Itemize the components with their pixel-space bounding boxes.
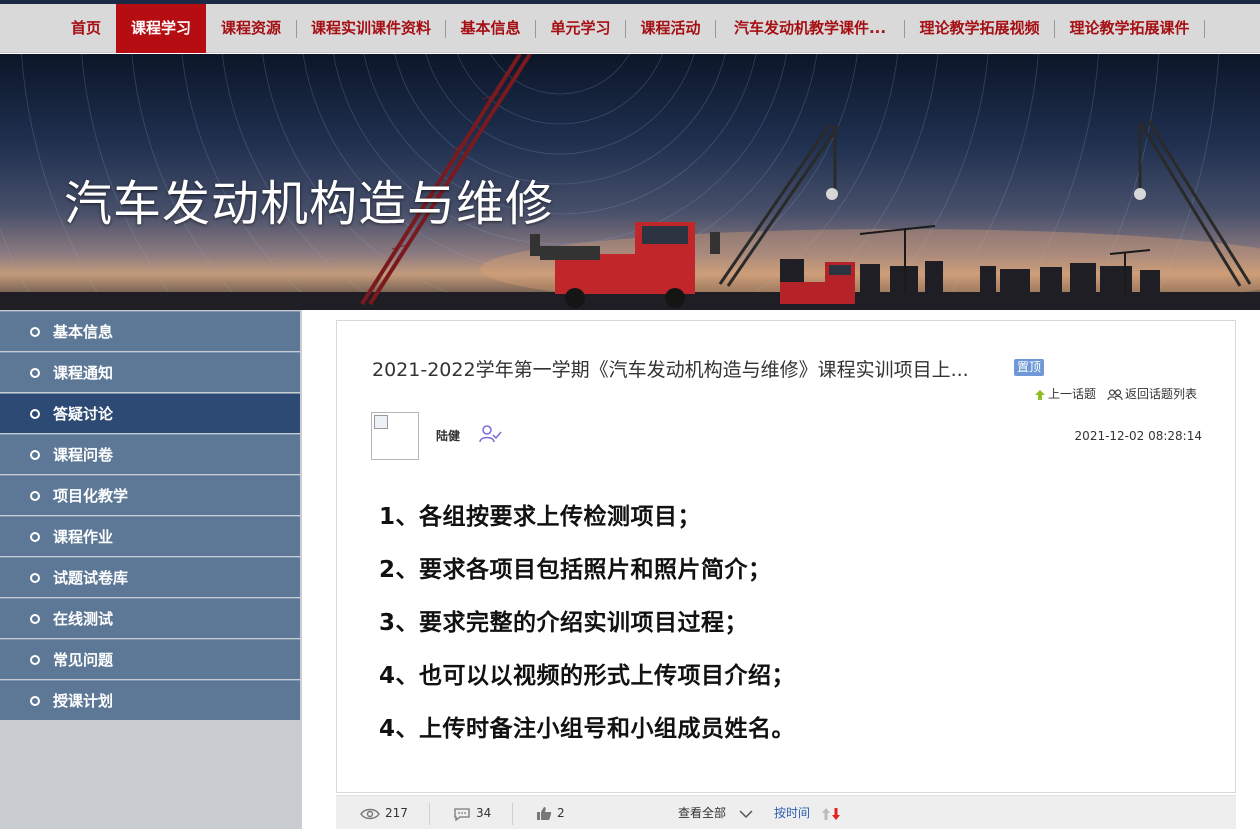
sort-by-time-button[interactable]: 按时间 <box>774 796 847 830</box>
sidebar: 基本信息 课程通知 答疑讨论 课程问卷 项目化教学 课程作业 试题试卷库 在线测… <box>0 310 302 829</box>
view-all-label: 查看全部 <box>678 806 727 820</box>
post-body-line: 2、要求各项目包括照片和照片简介； <box>379 557 772 583</box>
nav-item-engine-courseware[interactable]: 汽车发动机教学课件... <box>716 4 904 53</box>
author-name[interactable]: 陆健 <box>436 427 460 444</box>
sidebar-item-basic-info[interactable]: 基本信息 <box>0 311 300 351</box>
chevron-down-icon <box>739 809 753 818</box>
nav-item-theory-courseware[interactable]: 理论教学拓展课件 <box>1055 4 1204 53</box>
top-navigation: 首页 课程学习 课程资源 课程实训课件资料 基本信息 单元学习 课程活动 汽车发… <box>0 4 1260 53</box>
views-value: 217 <box>385 806 408 820</box>
sidebar-item-label: 项目化教学 <box>53 487 129 505</box>
thumbs-up-icon <box>537 807 552 820</box>
sidebar-item-label: 基本信息 <box>53 323 114 341</box>
user-follow-icon[interactable] <box>478 424 502 444</box>
post-body-line: 4、上传时备注小组号和小组成员姓名。 <box>379 716 796 742</box>
eye-icon <box>360 808 380 819</box>
bullet-icon <box>30 532 40 542</box>
nav-item-theory-videos[interactable]: 理论教学拓展视频 <box>905 4 1054 53</box>
comment-icon <box>454 807 470 821</box>
sidebar-item-label: 试题试卷库 <box>53 569 129 587</box>
sidebar-item-online-test[interactable]: 在线测试 <box>0 598 300 638</box>
nav-divider <box>1204 20 1205 38</box>
post-body-line: 3、要求完整的介绍实训项目过程； <box>379 610 749 636</box>
bullet-icon <box>30 696 40 706</box>
course-banner: 汽车发动机构造与维修 <box>0 54 1260 310</box>
comments-count[interactable]: 34 <box>453 796 491 830</box>
previous-topic-label: 上一话题 <box>1048 387 1097 401</box>
bullet-icon <box>30 450 40 460</box>
nav-item-course-activities[interactable]: 课程活动 <box>626 4 715 53</box>
sidebar-item-teaching-plan[interactable]: 授课计划 <box>0 680 300 720</box>
sidebar-item-label: 答疑讨论 <box>53 405 114 423</box>
broken-image-icon <box>374 415 388 429</box>
sidebar-item-label: 课程通知 <box>53 364 114 382</box>
sort-arrows-icon <box>821 807 840 820</box>
sidebar-item-label: 在线测试 <box>53 610 114 628</box>
nav-item-training-materials[interactable]: 课程实训课件资料 <box>297 4 445 53</box>
sidebar-item-label: 课程作业 <box>53 528 114 546</box>
sidebar-item-questionnaire[interactable]: 课程问卷 <box>0 434 300 474</box>
bullet-icon <box>30 368 40 378</box>
sidebar-item-label: 课程问卷 <box>53 446 114 464</box>
discussion-post: 2021-2022学年第一学期《汽车发动机构造与维修》课程实训项目上... 置顶… <box>336 320 1236 793</box>
post-title: 2021-2022学年第一学期《汽车发动机构造与维修》课程实训项目上... <box>372 359 969 381</box>
bullet-icon <box>30 327 40 337</box>
course-title: 汽车发动机构造与维修 <box>64 176 555 232</box>
post-body-line: 4、也可以以视频的形式上传项目介绍； <box>379 663 796 689</box>
sidebar-item-homework[interactable]: 课程作业 <box>0 516 300 556</box>
sidebar-item-question-bank[interactable]: 试题试卷库 <box>0 557 300 597</box>
bullet-icon <box>30 655 40 665</box>
comments-value: 34 <box>476 806 492 820</box>
previous-topic-link[interactable]: 上一话题 <box>1034 385 1096 402</box>
post-stats-bar: 217 34 2 查看全部 按时间 <box>336 795 1236 829</box>
bullet-icon <box>30 573 40 583</box>
nav-item-unit-study[interactable]: 单元学习 <box>536 4 625 53</box>
sidebar-item-project-teaching[interactable]: 项目化教学 <box>0 475 300 515</box>
sidebar-item-qa-discussion[interactable]: 答疑讨论 <box>0 393 300 433</box>
sidebar-item-faq[interactable]: 常见问题 <box>0 639 300 679</box>
post-timestamp: 2021-12-02 08:28:14 <box>1074 429 1202 443</box>
stats-divider <box>429 803 430 825</box>
users-icon <box>1107 388 1123 400</box>
views-count: 217 <box>360 796 408 830</box>
view-all-dropdown[interactable]: 查看全部 <box>678 796 759 830</box>
pinned-badge: 置顶 <box>1014 359 1045 376</box>
back-to-list-label: 返回话题列表 <box>1125 387 1198 401</box>
sidebar-item-notices[interactable]: 课程通知 <box>0 352 300 392</box>
stats-divider <box>512 803 513 825</box>
back-to-list-link[interactable]: 返回话题列表 <box>1107 385 1197 402</box>
bullet-icon <box>30 491 40 501</box>
nav-item-basic-info[interactable]: 基本信息 <box>446 4 535 53</box>
author-avatar[interactable] <box>371 412 419 460</box>
nav-item-home[interactable]: 首页 <box>56 4 116 53</box>
arrow-up-icon <box>1035 389 1045 400</box>
nav-item-course-study[interactable]: 课程学习 <box>116 4 206 53</box>
sidebar-item-label: 常见问题 <box>53 651 114 669</box>
sidebar-item-label: 授课计划 <box>53 692 114 710</box>
likes-value: 2 <box>557 806 565 820</box>
bullet-icon <box>30 614 40 624</box>
post-body-line: 1、各组按要求上传检测项目； <box>379 504 702 530</box>
sort-by-time-label: 按时间 <box>774 806 811 820</box>
bullet-icon <box>30 409 40 419</box>
likes-count[interactable]: 2 <box>536 796 565 830</box>
nav-item-course-resources[interactable]: 课程资源 <box>206 4 296 53</box>
